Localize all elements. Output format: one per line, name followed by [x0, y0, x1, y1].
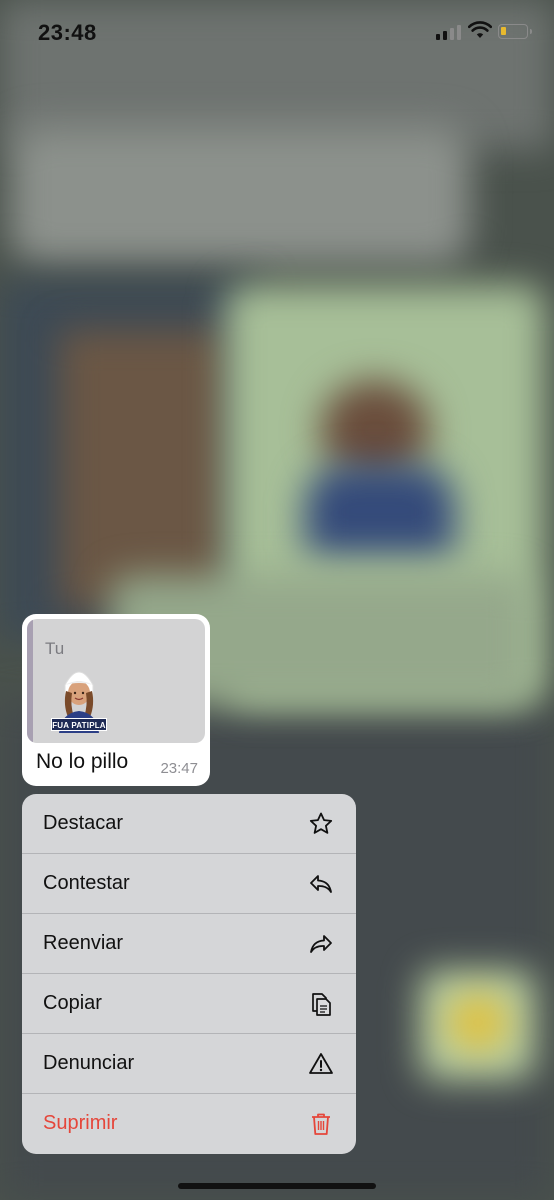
battery-icon	[498, 24, 532, 39]
menu-item-label: Copiar	[43, 992, 102, 1014]
menu-item-reenviar[interactable]: Reenviar	[22, 914, 356, 974]
quote-accent-bar	[27, 619, 33, 743]
copy-icon	[312, 993, 331, 1016]
warning-icon	[309, 1053, 333, 1074]
reply-icon	[310, 875, 332, 893]
menu-item-label: Destacar	[43, 812, 124, 834]
selected-message-bubble[interactable]: Tu FUA PATIPLA No lo pillo 23:47	[22, 614, 210, 786]
status-bar: 23:48	[0, 0, 554, 64]
quoted-message[interactable]: Tu FUA PATIPLA	[27, 619, 205, 743]
sticker-caption: FUA PATIPLA	[51, 718, 107, 731]
wifi-icon	[468, 21, 492, 38]
quoted-author: Tu	[45, 639, 65, 658]
menu-item-label: Suprimir	[43, 1112, 118, 1134]
trash-icon	[312, 1113, 330, 1135]
cellular-signal-icon	[436, 24, 461, 40]
message-timestamp: 23:47	[160, 760, 198, 777]
menu-item-label: Contestar	[43, 872, 130, 894]
menu-item-suprimir[interactable]: Suprimir	[22, 1094, 356, 1154]
home-indicator[interactable]	[178, 1183, 376, 1189]
message-text: No lo pillo	[36, 750, 129, 773]
menu-item-destacar[interactable]: Destacar	[22, 794, 356, 854]
menu-item-label: Reenviar	[43, 932, 124, 954]
menu-item-denunciar[interactable]: Denunciar	[22, 1034, 356, 1094]
menu-item-label: Denunciar	[43, 1052, 135, 1074]
message-context-menu: Destacar Contestar Reenviar Copiar Denun…	[22, 794, 356, 1154]
star-icon	[309, 812, 333, 834]
menu-item-contestar[interactable]: Contestar	[22, 854, 356, 914]
quoted-sticker-image: FUA PATIPLA	[51, 661, 107, 733]
status-time: 23:48	[38, 20, 97, 45]
forward-icon	[310, 935, 332, 953]
menu-item-copiar[interactable]: Copiar	[22, 974, 356, 1034]
